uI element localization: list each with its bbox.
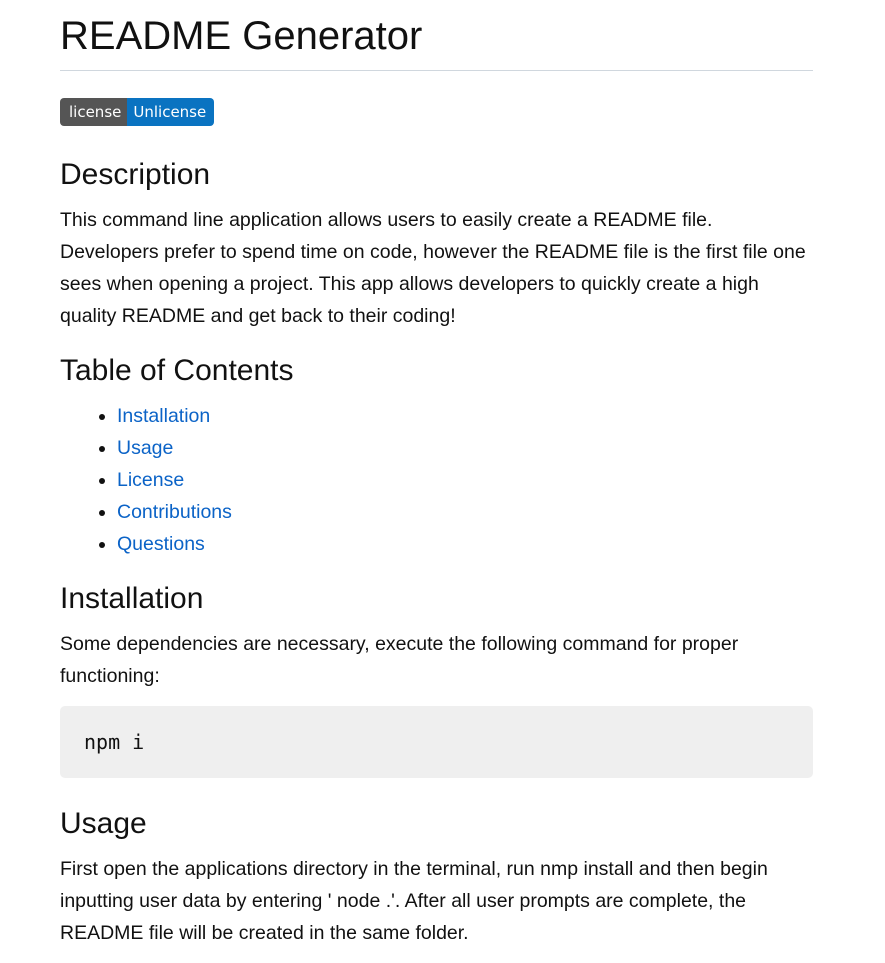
installation-text: Some dependencies are necessary, execute…: [60, 633, 739, 687]
toc-link-contributions[interactable]: Contributions: [117, 501, 232, 523]
toc-item: Installation: [117, 400, 813, 432]
toc-link-license[interactable]: License: [117, 469, 184, 491]
toc-item: License: [117, 464, 813, 496]
toc-link-usage[interactable]: Usage: [117, 437, 173, 459]
toc-link-questions[interactable]: Questions: [117, 533, 205, 555]
toc-link-installation[interactable]: Installation: [117, 405, 210, 427]
toc-item: Contributions: [117, 496, 813, 528]
license-badge-label: license: [60, 98, 128, 126]
usage-heading: Usage: [60, 807, 147, 840]
readme-document: README Generator license Unlicense Descr…: [60, 0, 813, 949]
license-badge-value: Unlicense: [127, 98, 215, 126]
installation-heading: Installation: [60, 582, 204, 615]
toc-item: Questions: [117, 528, 813, 560]
description-heading: Description: [60, 158, 211, 191]
usage-text: First open the applications directory in…: [60, 858, 768, 944]
toc-list: Installation Usage License Contributions…: [60, 400, 813, 560]
install-code-block: npm i: [60, 706, 813, 778]
description-text: This command line application allows use…: [60, 209, 806, 327]
license-badge[interactable]: license Unlicense: [60, 98, 215, 126]
page-title: README Generator: [60, 10, 813, 71]
toc-heading: Table of Contents: [60, 354, 294, 387]
toc-item: Usage: [117, 432, 813, 464]
